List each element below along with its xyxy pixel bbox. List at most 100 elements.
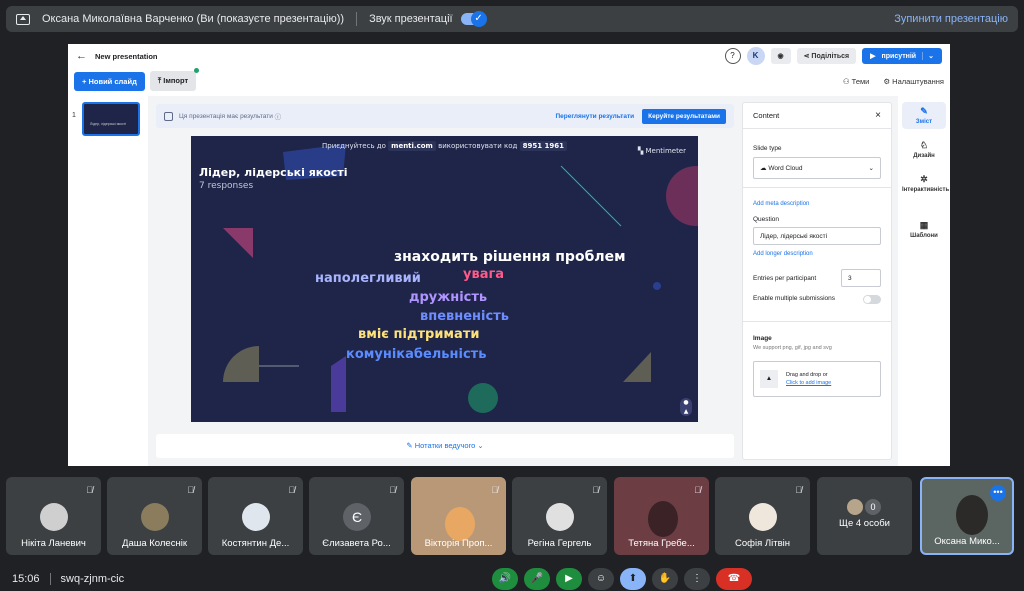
join-instructions: Приєднуйтесь до menti.com використовуват… <box>191 141 698 151</box>
more-vert-icon[interactable]: ⋮ <box>684 568 710 590</box>
participant-tile[interactable]: 🎙̸ Тетяна Гребе... <box>614 477 709 555</box>
avatar <box>847 499 863 515</box>
clock: 15:06 <box>12 572 40 585</box>
slide-thumbnail[interactable]: Лідер, лідерські якості <box>82 102 140 136</box>
present-button[interactable]: ▶ присутній ⌄ <box>862 48 942 64</box>
import-button[interactable]: ⤒ Імпорт <box>149 68 200 91</box>
slide-type-select[interactable]: ☁ Word Cloud ⌄ <box>753 157 881 179</box>
mentimeter-logo: ▚ Mentimeter <box>637 147 686 155</box>
raise-hand-icon[interactable]: ✋ <box>652 568 678 590</box>
entries-value: 3 <box>848 274 852 282</box>
word-3: увага <box>463 267 505 282</box>
video-feed <box>445 507 475 541</box>
chevron-down-icon: ⌄ <box>868 165 874 172</box>
thumbnail-text: Лідер, лідерські якості <box>90 122 127 126</box>
interactivity-icon: ✲ <box>920 174 928 184</box>
slide-type-value: Word Cloud <box>768 164 803 172</box>
more-participants-tile[interactable]: 0 Ще 4 особи <box>817 477 912 555</box>
back-arrow-icon[interactable]: ← <box>76 50 87 62</box>
participant-tile[interactable]: 🎙̸ Вікторія Проп... <box>411 477 506 555</box>
question-input[interactable]: Лідер, лідерські якості <box>753 227 881 245</box>
rail-design[interactable]: ♘ Дизайн <box>902 140 946 159</box>
entries-input[interactable]: 3 <box>841 269 881 287</box>
share-label: Поділіться <box>811 53 850 60</box>
participant-name: Вікторія Проп... <box>424 538 493 549</box>
present-label: присутній <box>881 52 917 60</box>
meta-description-link[interactable]: Add meta description <box>753 201 809 207</box>
add-image-link[interactable]: Click to add image <box>786 380 831 386</box>
preview-button[interactable]: ◉ <box>770 48 791 64</box>
mic-icon[interactable]: 🎤 <box>524 568 550 590</box>
editor-toolbar: + Новий слайд ⤒ Імпорт ⚇ Теми ⚙ Налаштув… <box>68 68 950 94</box>
meeting-code: swq-zjnm-cic <box>60 572 125 585</box>
help-icon[interactable]: ? <box>724 48 741 64</box>
avatar: Є <box>343 503 371 531</box>
participant-tile[interactable]: 🎙̸ Є Єлизавета Ро... <box>309 477 404 555</box>
notes-label: Нотатки ведучого <box>414 441 476 450</box>
results-notice: Ця презентація має результати <box>179 112 273 120</box>
pencil-icon: ✎ <box>920 106 928 116</box>
multiple-submissions-toggle[interactable] <box>863 295 881 304</box>
rail-interactivity[interactable]: ✲ Інтерактивність <box>902 174 949 193</box>
image-icon: ▲ <box>760 370 778 388</box>
content-panel: Content × Slide type ☁ Word Cloud ⌄ Add m… <box>742 102 892 460</box>
join-middle: використовувати код <box>438 142 518 150</box>
eye-icon: ◉ <box>777 53 784 60</box>
slide-list: 1 Лідер, лідерські якості <box>68 96 148 466</box>
slide-canvas[interactable]: Приєднуйтесь до menti.com використовуват… <box>191 136 698 422</box>
speaker-icon[interactable]: 🔊 <box>492 568 518 590</box>
manage-results-button[interactable]: Керуйте результатами <box>642 108 726 124</box>
participant-tile[interactable]: 🎙̸ Костянтин Де... <box>208 477 303 555</box>
mic-off-icon: 🎙̸ <box>389 485 396 495</box>
presenter-text: Оксана Миколаївна Варченко (Ви (показуєт… <box>42 13 345 25</box>
camera-icon[interactable]: ▶ <box>556 568 582 590</box>
check-icon: ✓ <box>470 11 487 27</box>
rail-templates[interactable]: ▦ Шаблони <box>902 220 946 239</box>
view-results-link[interactable]: Переглянути результати <box>556 113 635 120</box>
participant-tile[interactable]: 🎙̸ Регіна Гергель <box>512 477 607 555</box>
word-5: впевненість <box>420 309 509 324</box>
participant-name: Ще 4 особи <box>839 518 890 529</box>
themes-button[interactable]: ⚇ Теми <box>843 77 870 86</box>
self-tile[interactable]: ••• Оксана Мико... <box>920 477 1014 555</box>
close-icon[interactable]: × <box>875 110 881 121</box>
present-screen-icon <box>16 13 30 25</box>
participant-tile[interactable]: 🎙̸ Даша Колеснік <box>107 477 202 555</box>
new-slide-button[interactable]: + Новий слайд <box>74 71 145 91</box>
image-dropzone[interactable]: ▲ Drag and drop or Click to add image <box>753 361 881 397</box>
participant-name: Нікіта Ланевич <box>21 538 86 549</box>
end-call-icon[interactable]: ☎ <box>716 568 752 590</box>
share-button[interactable]: ⋖ Поділіться <box>796 48 857 64</box>
participant-tile[interactable]: 🎙̸ Софія Літвін <box>715 477 810 555</box>
sound-label: Звук презентації <box>369 13 453 25</box>
participant-tile[interactable]: 🎙̸ Нікіта Ланевич <box>6 477 101 555</box>
participant-name: Оксана Мико... <box>934 536 1000 547</box>
settings-button[interactable]: ⚙ Налаштування <box>883 77 944 86</box>
speaker-notes-button[interactable]: ✎ Нотатки ведучого ⌄ <box>156 434 734 458</box>
image-label: Image <box>753 335 772 342</box>
import-label: Імпорт <box>163 76 189 85</box>
themes-label: Теми <box>851 76 870 86</box>
participant-count: 0 <box>865 499 881 515</box>
avatar <box>546 503 574 531</box>
avatar <box>40 503 68 531</box>
presenting-bar: Оксана Миколаївна Варченко (Ви (показуєт… <box>6 6 1018 32</box>
divider <box>356 12 358 26</box>
avatar[interactable]: K <box>746 47 765 65</box>
video-feed <box>956 495 988 535</box>
mic-off-icon: 🎙̸ <box>86 485 93 495</box>
present-icon[interactable]: ⬆ <box>620 568 646 590</box>
stop-presenting-button[interactable]: Зупинити презентацію <box>894 13 1008 25</box>
sound-toggle[interactable]: ✓ <box>460 11 487 27</box>
word-2: наполегливий <box>315 271 421 286</box>
mic-off-icon: 🎙̸ <box>491 485 498 495</box>
more-options-icon[interactable]: ••• <box>990 485 1006 501</box>
brand-text: Mentimeter <box>645 147 686 155</box>
rail-content[interactable]: ✎ Зміст <box>902 102 946 129</box>
mic-off-icon: 🎙̸ <box>592 485 599 495</box>
results-notice-bar: Ця презентація має результати ⓘ Переглян… <box>156 104 734 128</box>
chevron-down-icon[interactable]: ⌄ <box>922 52 934 60</box>
slide-number: 1 <box>72 112 76 119</box>
emoji-icon[interactable]: ☺ <box>588 568 614 590</box>
longer-description-link[interactable]: Add longer description <box>753 251 813 257</box>
